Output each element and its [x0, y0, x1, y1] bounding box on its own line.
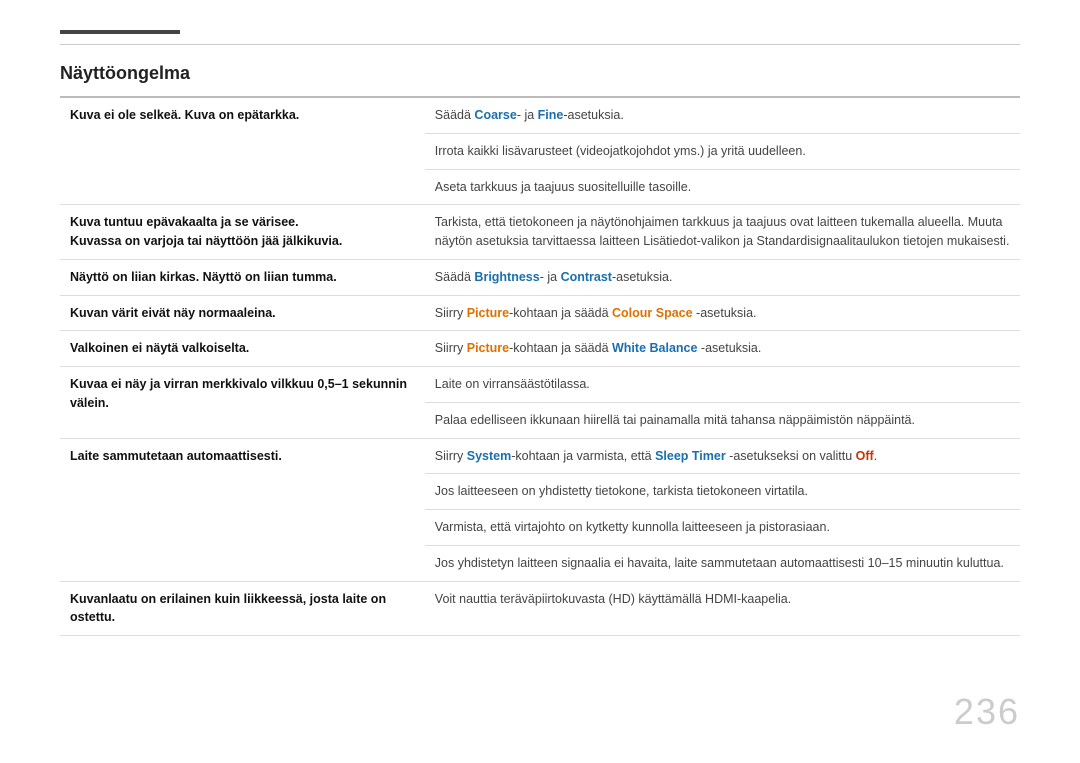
table-row: Kuvan värit eivät näy normaaleina.Siirry… — [60, 295, 1020, 331]
table-row: Kuva tuntuu epävakaalta ja se värisee.Ku… — [60, 205, 1020, 260]
solution-cell: Säädä Brightness- ja Contrast-asetuksia. — [425, 259, 1020, 295]
solution-cell: Tarkista, että tietokoneen ja näytönohja… — [425, 205, 1020, 260]
table-row: Laite sammutetaan automaattisesti.Siirry… — [60, 438, 1020, 474]
problem-cell: Kuvan värit eivät näy normaaleina. — [60, 295, 425, 331]
solution-cell: Palaa edelliseen ikkunaan hiirellä tai p… — [425, 402, 1020, 438]
table-row: Valkoinen ei näytä valkoiselta.Siirry Pi… — [60, 331, 1020, 367]
problem-cell: Kuva ei ole selkeä. Kuva on epätarkka. — [60, 97, 425, 205]
solution-cell: Irrota kaikki lisävarusteet (videojatkoj… — [425, 133, 1020, 169]
main-table: Kuva ei ole selkeä. Kuva on epätarkka.Sä… — [60, 96, 1020, 636]
problem-cell: Kuvaa ei näy ja virran merkkivalo vilkku… — [60, 367, 425, 439]
solution-cell: Laite on virransäästötilassa. — [425, 367, 1020, 403]
solution-cell: Varmista, että virtajohto on kytketty ku… — [425, 510, 1020, 546]
problem-cell: Kuvanlaatu on erilainen kuin liikkeessä,… — [60, 581, 425, 636]
table-row: Kuvanlaatu on erilainen kuin liikkeessä,… — [60, 581, 1020, 636]
problem-cell: Valkoinen ei näytä valkoiselta. — [60, 331, 425, 367]
top-bar — [60, 30, 1020, 45]
page-number: 236 — [954, 691, 1020, 733]
table-row: Näyttö on liian kirkas. Näyttö on liian … — [60, 259, 1020, 295]
page-container: Näyttöongelma Kuva ei ole selkeä. Kuva o… — [0, 0, 1080, 763]
solution-cell: Siirry System-kohtaan ja varmista, että … — [425, 438, 1020, 474]
top-bar-accent — [60, 30, 180, 34]
solution-cell: Jos laitteeseen on yhdistetty tietokone,… — [425, 474, 1020, 510]
solution-cell: Säädä Coarse- ja Fine-asetuksia. — [425, 97, 1020, 133]
problem-cell: Näyttö on liian kirkas. Näyttö on liian … — [60, 259, 425, 295]
problem-cell: Laite sammutetaan automaattisesti. — [60, 438, 425, 581]
solution-cell: Aseta tarkkuus ja taajuus suositelluille… — [425, 169, 1020, 205]
page-title: Näyttöongelma — [60, 63, 1020, 84]
solution-cell: Voit nauttia teräväpiirtokuvasta (HD) kä… — [425, 581, 1020, 636]
table-row: Kuvaa ei näy ja virran merkkivalo vilkku… — [60, 367, 1020, 403]
solution-cell: Siirry Picture-kohtaan ja säädä White Ba… — [425, 331, 1020, 367]
solution-cell: Siirry Picture-kohtaan ja säädä Colour S… — [425, 295, 1020, 331]
solution-cell: Jos yhdistetyn laitteen signaalia ei hav… — [425, 545, 1020, 581]
table-row: Kuva ei ole selkeä. Kuva on epätarkka.Sä… — [60, 97, 1020, 133]
problem-cell: Kuva tuntuu epävakaalta ja se värisee.Ku… — [60, 205, 425, 260]
